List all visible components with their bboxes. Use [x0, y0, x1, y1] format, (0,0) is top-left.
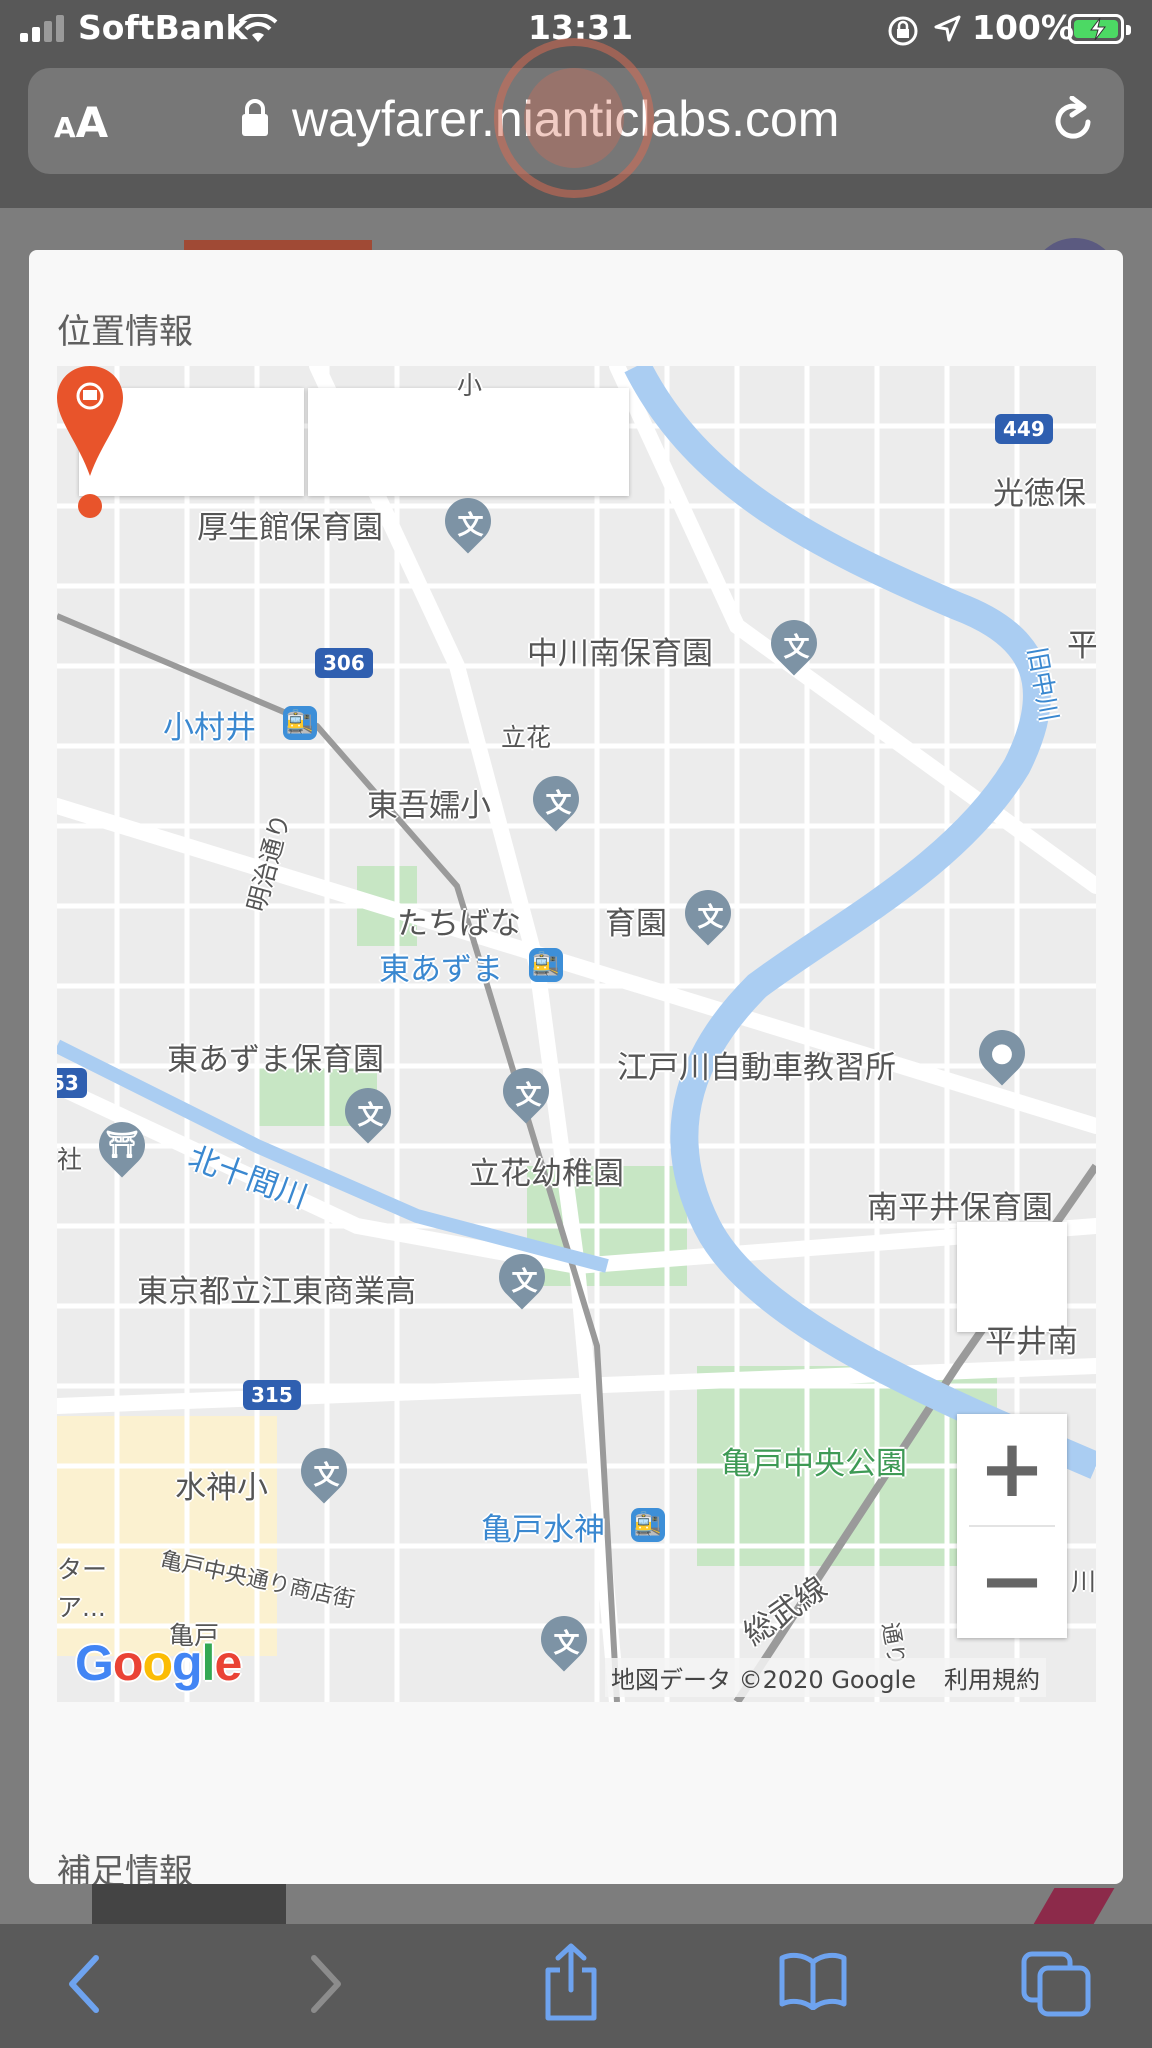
zoom-in-button[interactable]: + — [957, 1414, 1067, 1524]
map-label: 亀戸中央公園 — [721, 1446, 907, 1482]
battery-percent: 100% — [972, 8, 1074, 47]
supplementary-info-heading: 補足情報 — [57, 1852, 193, 1884]
map-label: 厚生館保育園 — [197, 510, 383, 546]
route-shield: 53 — [57, 1068, 87, 1098]
zoom-out-button[interactable]: − — [957, 1526, 1067, 1636]
map-label: 育園 — [605, 906, 667, 942]
map-search-box[interactable] — [308, 388, 629, 496]
location-pin-icon[interactable] — [57, 366, 123, 520]
map-label: ア... — [57, 1593, 106, 1622]
map-label: 東吾嬬小 — [367, 788, 491, 824]
map-attribution: 地図データ ©2020 Google 利用規約 — [605, 1658, 1046, 1697]
station-label: 小村井 — [163, 710, 256, 746]
map-label: 社 — [57, 1145, 83, 1174]
map-view[interactable]: 小 厚生館保育園 文 光徳保 中川南保育園 文 平 旧中川 449 306 31… — [57, 366, 1096, 1702]
map-label: 立花幼稚園 — [469, 1156, 624, 1192]
back-icon[interactable] — [62, 1952, 108, 2016]
joystick-overlay-icon[interactable] — [494, 38, 654, 198]
route-shield: 449 — [995, 414, 1053, 444]
forward-icon[interactable] — [302, 1952, 348, 2016]
route-shield: 315 — [243, 1380, 301, 1410]
location-dialog: 位置情報 小 厚生館保育園 文 光徳保 中川南保育園 文 平 旧中川 449 3… — [29, 250, 1123, 1884]
map-label: 平 — [1067, 628, 1096, 664]
map-label: 水神小 — [175, 1470, 268, 1506]
browser-toolbar — [0, 1924, 1152, 2048]
battery-icon — [1068, 14, 1131, 44]
station-icon: 🚉 — [529, 948, 563, 982]
zoom-control: + − — [957, 1414, 1067, 1638]
cellular-signal-icon — [20, 15, 70, 42]
bookmarks-icon[interactable] — [778, 1950, 848, 2010]
station-label: 亀戸水神 — [481, 1512, 605, 1548]
map-label: 東あずま保育園 — [167, 1042, 384, 1078]
google-logo: Google — [75, 1635, 242, 1691]
station-label: 東あずま — [379, 952, 503, 988]
tabs-icon[interactable] — [1020, 1950, 1092, 2018]
map-label: 小 — [457, 371, 483, 400]
terms-of-use-link[interactable]: 利用規約 — [944, 1666, 1040, 1694]
share-icon[interactable] — [540, 1942, 602, 2022]
map-label: たちばな — [397, 906, 521, 942]
map-label: 中川南保育園 — [527, 636, 713, 672]
map-label: 南平井保育園 — [867, 1190, 1053, 1226]
route-shield: 306 — [315, 648, 373, 678]
wifi-icon — [238, 14, 278, 42]
text-size-button[interactable]: AA — [54, 98, 108, 147]
station-icon: 🚉 — [631, 1508, 665, 1542]
location-heading: 位置情報 — [57, 312, 193, 352]
map-label: 立花 — [501, 723, 552, 752]
location-services-icon — [934, 15, 961, 42]
map-label: 東京都立江東商業高 — [137, 1274, 416, 1310]
map-label: 光徳保 — [993, 476, 1086, 512]
reload-icon[interactable] — [1050, 96, 1098, 146]
map-label: 平井南 — [985, 1324, 1078, 1360]
map-data-credit: 地図データ ©2020 Google — [611, 1666, 916, 1694]
station-icon: 🚉 — [283, 706, 317, 740]
padlock-icon — [242, 99, 268, 136]
rotation-lock-icon — [888, 16, 918, 46]
map-label: ター — [57, 1555, 108, 1584]
browser-top-bar: SoftBank 13:31 100% AA wayfarer.nianticl… — [0, 0, 1152, 208]
carrier-name: SoftBank — [78, 8, 248, 47]
map-label: 川 — [1071, 1567, 1096, 1596]
map-label: 江戸川自動車教習所 — [617, 1050, 896, 1086]
